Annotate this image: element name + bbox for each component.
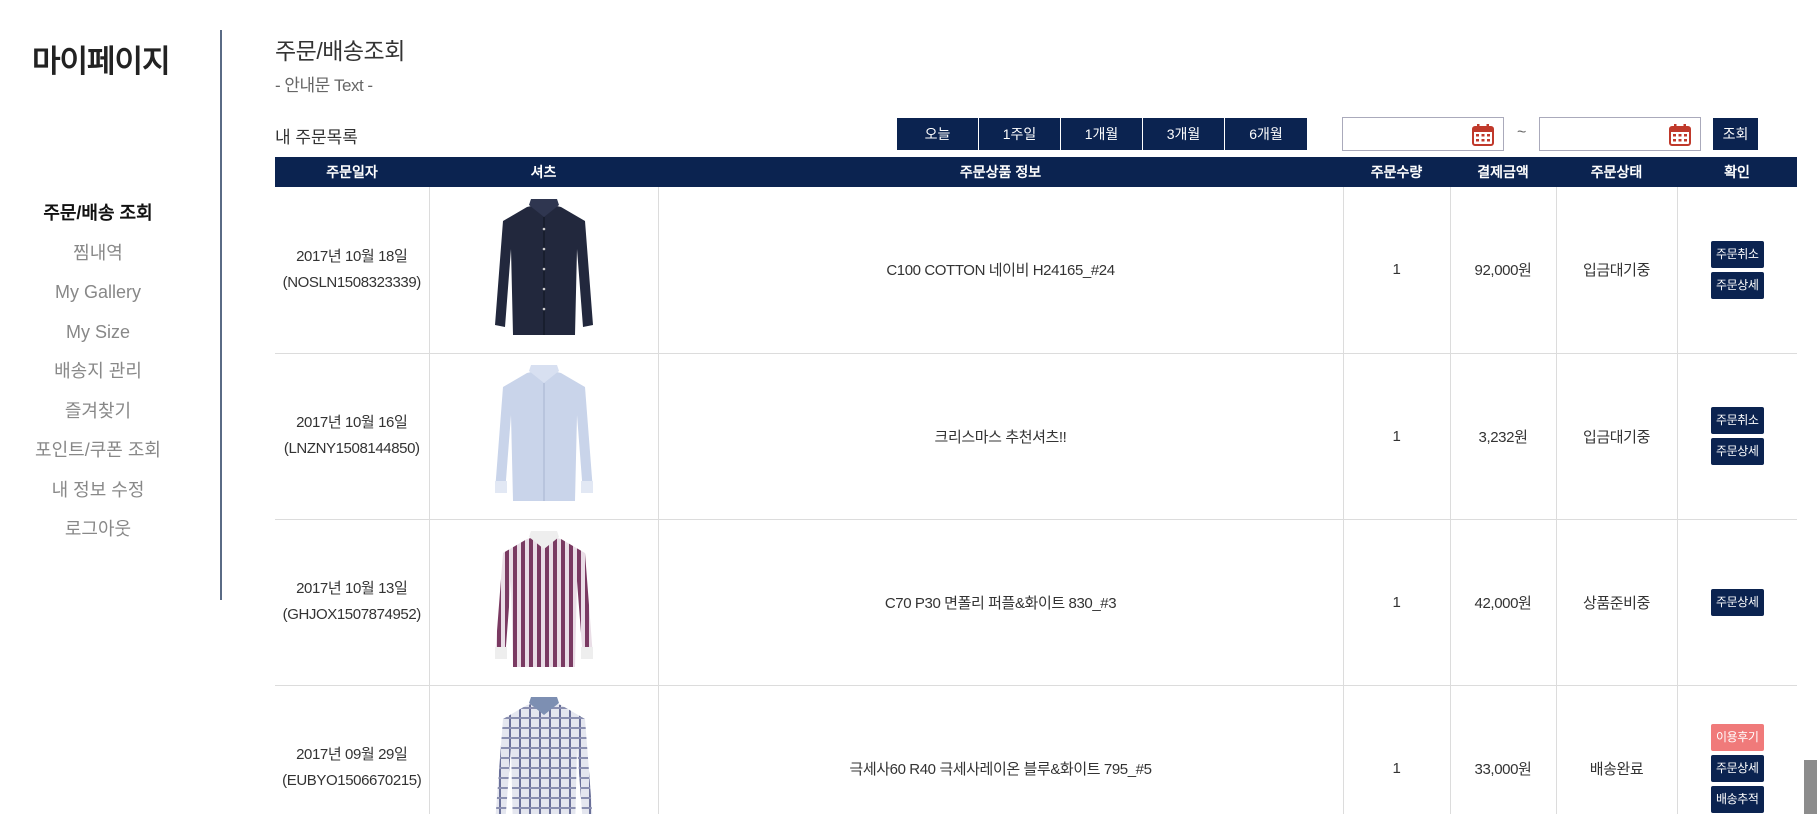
shirt-image[interactable] [489,198,599,341]
shirt-cell [428,685,659,814]
order-date-cell: 2017년 10월 18일 (NOSLN1508323339) [275,187,430,354]
order-number: (LNZNY1508144850) [283,440,420,457]
date-to-input[interactable] [1540,118,1660,150]
header-order-date: 주문일자 [275,157,429,187]
table-row: 2017년 10월 13일 (GHJOX1507874952) C70 P30 … [275,519,1797,686]
shirt-image[interactable] [489,697,599,814]
table-header-row: 주문일자 셔츠 주문상품 정보 주문수량 결제금액 주문상태 확인 [275,157,1797,187]
scrollbar-thumb[interactable] [1804,760,1817,814]
order-number: (EUBYO1506670215) [282,772,422,789]
amount: 92,000원 [1449,187,1557,354]
shirt-image[interactable] [489,365,599,507]
amount: 42,000원 [1449,519,1557,686]
calendar-icon[interactable] [1668,123,1692,147]
date-from-field [1342,117,1504,151]
table-row: 2017년 10월 16일 (LNZNY1508144850) 크리스마스 추천… [275,353,1797,520]
order-date-cell: 2017년 10월 13일 (GHJOX1507874952) [275,519,430,686]
shirt-cell [428,519,659,686]
period-filter: 오늘 1주일 1개월 3개월 6개월 [897,118,1307,150]
page-title: 주문/배송조회 [275,38,405,64]
header-confirm: 확인 [1677,157,1797,187]
header-product-info: 주문상품 정보 [658,157,1343,187]
search-button[interactable]: 조회 [1713,118,1758,150]
write-review-button[interactable]: 이용후기 [1710,723,1764,751]
sidebar-item-wishlist[interactable]: 찜내역 [0,234,196,274]
order-date-cell: 2017년 09월 29일 (EUBYO1506670215) [275,685,430,814]
quantity: 1 [1342,519,1451,686]
order-number: (GHJOX1507874952) [282,606,422,623]
sidebar-item-my-gallery[interactable]: My Gallery [0,273,196,313]
period-3month-button[interactable]: 3개월 [1143,118,1225,150]
table-row: 2017년 10월 18일 (NOSLN1508323339) C100 COT… [275,187,1797,354]
product-info[interactable]: C70 P30 면폴리 퍼플&화이트 830_#3 [657,519,1344,686]
product-info[interactable]: 크리스마스 추천셔츠!! [657,353,1344,520]
cancel-order-button[interactable]: 주문취소 [1710,407,1764,434]
amount: 3,232원 [1449,353,1557,520]
product-info[interactable]: C100 COTTON 네이비 H24165_#24 [657,187,1344,354]
period-6month-button[interactable]: 6개월 [1225,118,1307,150]
date-from-input[interactable] [1343,118,1463,150]
sidebar-item-order-delivery[interactable]: 주문/배송 조회 [0,194,196,234]
sidebar-item-my-size[interactable]: My Size [0,313,196,353]
sidebar-item-points-coupons[interactable]: 포인트/쿠폰 조회 [0,431,196,471]
actions-cell: 주문취소 주문상세 [1676,187,1797,354]
cancel-order-button[interactable]: 주문취소 [1710,240,1764,268]
sidebar-item-edit-profile[interactable]: 내 정보 수정 [0,471,196,511]
sidebar-item-favorites[interactable]: 즐겨찾기 [0,392,196,432]
quantity: 1 [1342,353,1451,520]
sidebar-item-address[interactable]: 배송지 관리 [0,352,196,392]
sidebar-item-logout[interactable]: 로그아웃 [0,510,196,550]
order-status: 배송완료 [1555,685,1678,814]
quantity: 1 [1342,187,1451,354]
order-date: 2017년 10월 13일 [296,580,408,597]
header-quantity: 주문수량 [1343,157,1450,187]
actions-cell: 이용후기 주문상세 배송추적 [1676,685,1797,814]
period-1week-button[interactable]: 1주일 [979,118,1061,150]
page-description: - 안내문 Text - [275,76,373,95]
order-date: 2017년 10월 18일 [296,247,408,265]
order-status: 입금대기중 [1555,187,1678,354]
side-nav: 주문/배송 조회 찜내역 My Gallery My Size 배송지 관리 즐… [0,194,196,550]
shirt-image[interactable] [489,531,599,673]
order-detail-button[interactable]: 주문상세 [1710,271,1764,299]
date-range-separator: ~ [1517,124,1527,141]
sidebar-title: 마이페이지 [32,44,171,79]
order-list-title: 내 주문목록 [275,128,358,147]
calendar-icon[interactable] [1471,123,1495,147]
order-date: 2017년 10월 16일 [296,414,408,431]
quantity: 1 [1342,685,1451,814]
orders-table: 주문일자 셔츠 주문상품 정보 주문수량 결제금액 주문상태 확인 2017년 … [275,157,1797,814]
order-detail-button[interactable]: 주문상세 [1710,754,1764,782]
track-delivery-button[interactable]: 배송추적 [1710,785,1764,813]
order-number: (NOSLN1508323339) [282,273,422,291]
order-date-cell: 2017년 10월 16일 (LNZNY1508144850) [275,353,430,520]
header-shirt: 셔츠 [429,157,658,187]
actions-cell: 주문상세 [1676,519,1797,686]
header-amount: 결제금액 [1450,157,1556,187]
period-today-button[interactable]: 오늘 [897,118,979,150]
sidebar: 마이페이지 주문/배송 조회 찜내역 My Gallery My Size 배송… [0,30,222,600]
date-to-field [1539,117,1701,151]
actions-cell: 주문취소 주문상세 [1676,353,1797,520]
order-date: 2017년 09월 29일 [296,746,408,763]
product-info[interactable]: 극세사60 R40 극세사레이온 블루&화이트 795_#5 [657,685,1344,814]
order-status: 입금대기중 [1555,353,1678,520]
table-row: 2017년 09월 29일 (EUBYO1506670215) 극세사60 R4… [275,685,1797,814]
header-status: 주문상태 [1556,157,1677,187]
amount: 33,000원 [1449,685,1557,814]
order-status: 상품준비중 [1555,519,1678,686]
period-1month-button[interactable]: 1개월 [1061,118,1143,150]
shirt-cell [428,187,659,354]
shirt-cell [428,353,659,520]
order-detail-button[interactable]: 주문상세 [1710,588,1764,616]
order-detail-button[interactable]: 주문상세 [1710,438,1764,465]
